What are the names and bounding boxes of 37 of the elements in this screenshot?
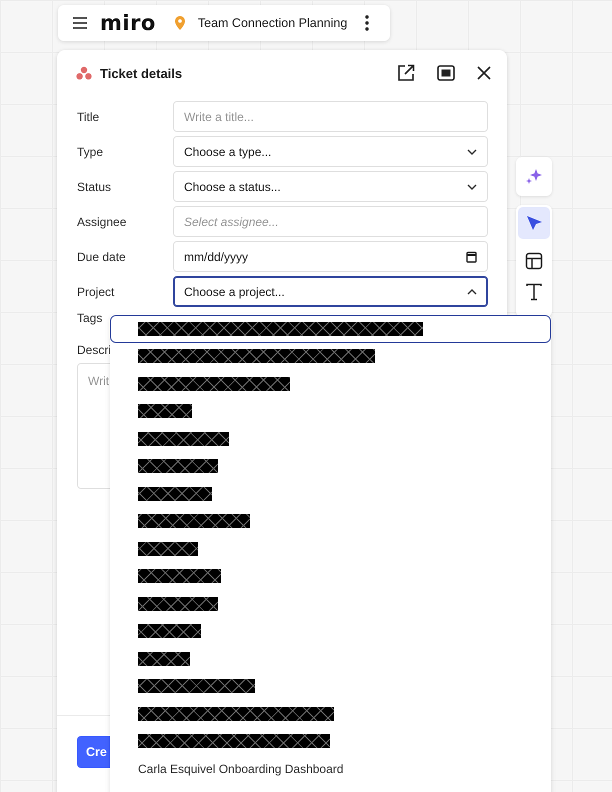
cursor-icon bbox=[525, 214, 543, 232]
location-pin-icon bbox=[174, 15, 186, 31]
logo: miro bbox=[100, 11, 156, 35]
panel-title: Ticket details bbox=[100, 66, 182, 80]
redaction-bar bbox=[138, 624, 201, 638]
redaction-bar bbox=[138, 542, 198, 556]
open-external-icon[interactable] bbox=[397, 64, 415, 82]
redaction-bar bbox=[138, 652, 190, 666]
select-field[interactable]: Choose a project... bbox=[173, 276, 488, 307]
calendar-icon bbox=[466, 250, 477, 262]
field-label: Tags bbox=[77, 311, 104, 325]
field-label: Status bbox=[77, 180, 112, 194]
field-label: Due date bbox=[77, 250, 127, 264]
field-label: Assignee bbox=[77, 214, 128, 228]
field-label: Type bbox=[77, 144, 104, 158]
select-field[interactable]: Choose a type... bbox=[173, 136, 488, 167]
sparkle-icon[interactable] bbox=[525, 168, 543, 186]
chevron-down-icon bbox=[467, 148, 477, 154]
select-field[interactable]: Choose a status... bbox=[173, 171, 488, 202]
highlighted-option[interactable] bbox=[110, 315, 551, 342]
select-tool-button[interactable] bbox=[518, 207, 550, 239]
text-tool-icon[interactable] bbox=[526, 283, 542, 301]
chevron-up-icon bbox=[467, 288, 477, 294]
board-title[interactable]: Team Connection Planning bbox=[198, 16, 348, 30]
template-icon[interactable] bbox=[525, 252, 543, 270]
redaction-bar bbox=[138, 404, 192, 418]
more-icon[interactable] bbox=[365, 15, 370, 31]
menu-icon[interactable] bbox=[72, 16, 88, 30]
date-field[interactable]: mm/dd/yyyy bbox=[173, 241, 488, 272]
field-label: Descri bbox=[77, 343, 112, 357]
close-icon[interactable] bbox=[477, 66, 491, 80]
three-dots-logo-icon bbox=[76, 66, 92, 80]
sidebar-mode-icon[interactable] bbox=[437, 65, 455, 81]
dropdown-option[interactable]: Carla Esquivel Onboarding Dashboard bbox=[110, 755, 551, 782]
field-label: Project bbox=[77, 284, 116, 298]
chevron-down-icon bbox=[467, 184, 477, 190]
field-label: Title bbox=[77, 110, 100, 124]
